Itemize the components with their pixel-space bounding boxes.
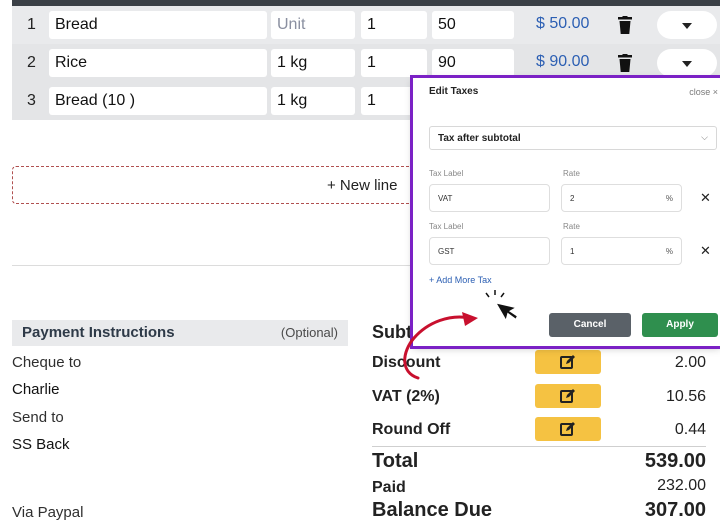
paid-label: Paid <box>372 479 406 496</box>
paid-value[interactable]: 232.00 <box>657 477 706 495</box>
total-value: 539.00 <box>644 450 706 472</box>
tax-label-input[interactable]: GST <box>429 237 550 265</box>
tax-label-caption: Tax Label <box>429 222 464 231</box>
row-number: 2 <box>27 54 36 71</box>
item-rate-input[interactable]: 90 <box>432 49 514 77</box>
tax-label-value: VAT <box>438 194 453 203</box>
cheque-label: Cheque to <box>12 354 82 371</box>
subtotal-label: Subt <box>372 322 412 342</box>
tax-mode-value: Tax after subtotal <box>438 133 521 144</box>
item-unit-input[interactable]: 1 kg <box>271 87 355 115</box>
tax-label-input[interactable]: VAT <box>429 184 550 212</box>
new-line-label: + New line <box>327 177 398 194</box>
table-row: 1 Bread Unit 1 50 $ 50.00 <box>12 6 720 44</box>
tax-rate-input[interactable]: 1 % <box>561 237 682 265</box>
tax-rate-value: 1 <box>570 247 575 256</box>
edit-discount-button[interactable] <box>535 350 601 374</box>
balance-due-value: 307.00 <box>644 499 706 521</box>
item-unit-input[interactable]: 1 kg <box>271 49 355 77</box>
send-label: Send to <box>12 409 64 426</box>
chevron-down-icon: ⌵ <box>701 132 708 142</box>
payment-instructions-title: Payment Instructions <box>22 324 175 341</box>
table-row: 2 Rice 1 kg 1 90 $ 90.00 <box>12 44 720 82</box>
tax-rate-value: 2 <box>570 194 575 203</box>
item-amount: $ 90.00 <box>536 53 590 70</box>
payment-instructions-header: Payment Instructions (Optional) <box>12 320 348 346</box>
item-unit-input[interactable]: Unit <box>271 11 355 39</box>
item-qty-input[interactable]: 1 <box>361 11 427 39</box>
vat-value: 10.56 <box>665 388 706 405</box>
item-description-input[interactable]: Bread <box>49 11 267 39</box>
tax-rate-caption: Rate <box>563 169 580 178</box>
modal-close-button[interactable]: close × <box>689 87 718 97</box>
row-options-dropdown[interactable] <box>657 49 717 77</box>
tax-mode-select[interactable]: Tax after subtotal ⌵ <box>429 126 717 150</box>
tax-label-value: GST <box>438 247 455 256</box>
cheque-value[interactable]: Charlie <box>12 381 60 398</box>
edit-icon <box>560 422 575 436</box>
remove-tax-icon[interactable]: ✕ <box>700 190 711 206</box>
balance-due-label: Balance Due <box>372 499 493 521</box>
row-number: 3 <box>27 92 36 109</box>
discount-label: Discount <box>372 354 441 371</box>
tax-rate-input[interactable]: 2 % <box>561 184 682 212</box>
edit-roundoff-button[interactable] <box>535 417 601 441</box>
send-value[interactable]: SS Back <box>12 436 70 453</box>
row-options-dropdown[interactable] <box>657 11 717 39</box>
roundoff-label: Round Off <box>372 421 451 438</box>
discount-value: 2.00 <box>674 354 706 371</box>
item-description-input[interactable]: Bread (10 ) <box>49 87 267 115</box>
percent-suffix: % <box>665 247 673 256</box>
section-divider <box>12 265 412 266</box>
remove-tax-icon[interactable]: ✕ <box>700 243 711 259</box>
item-description-input[interactable]: Rice <box>49 49 267 77</box>
item-qty-input[interactable]: 1 <box>361 49 427 77</box>
item-rate-input[interactable]: 50 <box>432 11 514 39</box>
edit-icon <box>560 355 575 369</box>
apply-button[interactable]: Apply <box>642 313 718 337</box>
tax-label-caption: Tax Label <box>429 169 464 178</box>
new-line-button[interactable]: + New line <box>12 166 416 204</box>
item-amount: $ 50.00 <box>536 15 590 32</box>
edit-tax-button[interactable] <box>535 384 601 408</box>
trash-icon[interactable] <box>618 54 632 72</box>
row-number: 1 <box>27 16 36 33</box>
via-paypal[interactable]: Via Paypal <box>12 504 83 521</box>
edit-icon <box>560 389 575 403</box>
trash-icon[interactable] <box>618 16 632 34</box>
cancel-button[interactable]: Cancel <box>549 313 631 337</box>
percent-suffix: % <box>665 194 673 203</box>
tax-rate-caption: Rate <box>563 222 580 231</box>
edit-taxes-modal: Edit Taxes close × Tax after subtotal ⌵ … <box>413 78 720 346</box>
roundoff-value: 0.44 <box>674 421 706 438</box>
add-more-tax-link[interactable]: + Add More Tax <box>429 275 492 285</box>
optional-label: (Optional) <box>280 325 338 340</box>
total-label: Total <box>372 450 419 472</box>
totals-separator <box>372 446 706 447</box>
vat-label: VAT (2%) <box>372 388 440 405</box>
modal-title: Edit Taxes <box>429 86 479 97</box>
